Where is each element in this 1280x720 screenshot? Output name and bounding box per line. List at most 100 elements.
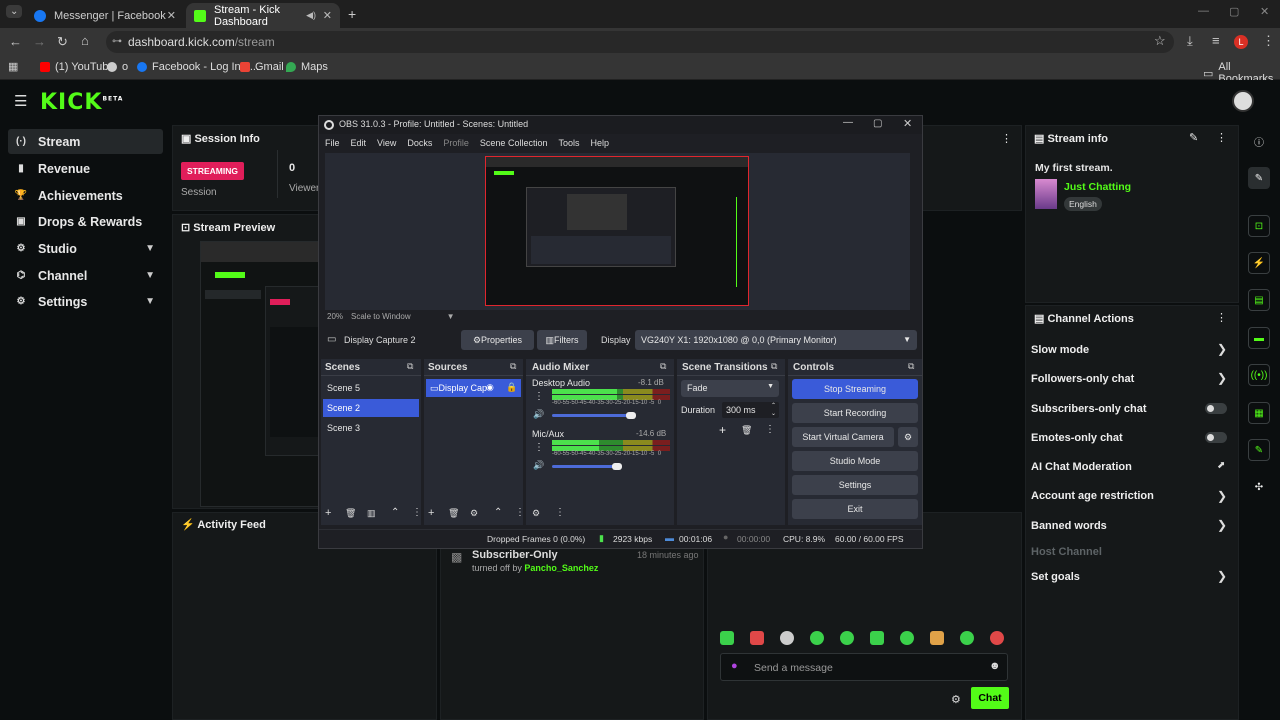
emote-icon[interactable] [930, 631, 944, 645]
volume-slider-knob[interactable] [612, 463, 622, 470]
action-account-age[interactable]: Account age restriction [1031, 490, 1154, 502]
more-options-icon[interactable]: ⋮ [1216, 131, 1227, 144]
chat-send-button[interactable]: Chat [971, 687, 1009, 709]
user-avatar[interactable] [1232, 90, 1254, 112]
close-tab-icon[interactable]: ✕ [167, 9, 176, 22]
mixer-menu-icon[interactable]: ⋮ [534, 391, 544, 402]
close-tab-icon[interactable]: ✕ [323, 9, 332, 22]
filters-button[interactable]: ▥ Filters [537, 330, 587, 350]
start-recording-button[interactable]: Start Recording [792, 403, 918, 423]
more-options-icon[interactable]: ⋮ [1001, 132, 1012, 145]
tab-kick-dashboard[interactable]: Stream - Kick Dashboard ◀) ✕ [186, 3, 340, 28]
chevron-right-icon[interactable]: ❯ [1217, 342, 1227, 356]
document-icon[interactable]: ▤ [1248, 289, 1270, 311]
sidebar-item-studio[interactable]: ⚙ Studio ▼ [8, 236, 163, 261]
menu-tools[interactable]: Tools [558, 138, 579, 148]
site-info-icon[interactable]: ⊶ [112, 31, 122, 53]
dropdown-arrow-icon[interactable]: ▼ [447, 312, 455, 321]
chevron-right-icon[interactable]: ❯ [1217, 518, 1227, 532]
emote-icon[interactable] [870, 631, 884, 645]
undock-icon[interactable]: ⧉ [771, 361, 777, 372]
new-tab-icon[interactable]: + [348, 6, 356, 22]
emote-icon[interactable] [720, 631, 734, 645]
activity-user[interactable]: Pancho_Sanchez [524, 563, 598, 573]
info-icon[interactable]: ⓘ [1248, 130, 1270, 152]
close-icon[interactable]: ✕ [903, 117, 912, 130]
tab-messenger[interactable]: Messenger | Facebook ✕ [26, 3, 184, 28]
stop-streaming-button[interactable]: Stop Streaming [792, 379, 918, 399]
restore-icon[interactable]: ▢ [1229, 5, 1239, 18]
apps-icon[interactable]: ▦ [8, 60, 18, 73]
kick-logo[interactable]: KICKBETA [40, 90, 123, 115]
edit-pencil-icon[interactable]: ✎ [1189, 131, 1198, 144]
menu-file[interactable]: File [325, 138, 340, 148]
more-icon[interactable]: ⋮ [412, 507, 422, 518]
menu-scene-collection[interactable]: Scene Collection [480, 138, 548, 148]
forward-icon[interactable]: → [33, 34, 46, 49]
more-icon[interactable]: ⋮ [515, 507, 525, 518]
media-control-icon[interactable]: ≡ [1212, 33, 1220, 48]
transition-properties-icon[interactable]: ⋮ [765, 424, 775, 435]
speaker-icon[interactable]: ◀) [306, 10, 316, 21]
scene-item-selected[interactable]: Scene 2 [323, 399, 419, 417]
menu-profile[interactable]: Profile [443, 138, 469, 148]
more-options-icon[interactable]: ⋮ [1216, 311, 1227, 324]
chat-input[interactable]: ● Send a message ☻ [720, 653, 1008, 681]
studio-mode-button[interactable]: Studio Mode [792, 451, 918, 471]
undock-icon[interactable]: ⧉ [510, 361, 516, 372]
emote-icon[interactable] [780, 631, 794, 645]
add-transition-icon[interactable]: + [719, 423, 726, 437]
action-set-goals[interactable]: Set goals [1031, 571, 1080, 583]
sidebar-item-settings[interactable]: ⚙ Settings ▼ [8, 289, 163, 314]
settings-button[interactable]: Settings [792, 475, 918, 495]
emoji-icon[interactable]: ☻ [989, 660, 1001, 672]
menu-edit[interactable]: Edit [351, 138, 367, 148]
menu-icon[interactable]: ⋮ [1262, 33, 1275, 49]
bookmark-maps[interactable]: Maps [286, 61, 328, 73]
properties-button[interactable]: ⚙ Properties [461, 330, 534, 350]
bookmark-o[interactable]: o [107, 61, 128, 73]
remove-source-icon[interactable]: 🗑 [448, 508, 459, 519]
emote-icon[interactable] [750, 631, 764, 645]
microphone-icon[interactable]: ● [731, 660, 738, 672]
bookmark-youtube[interactable]: (1) YouTube [40, 61, 115, 73]
sidebar-item-stream[interactable]: (·) Stream [8, 129, 163, 154]
volume-slider-track[interactable] [552, 465, 618, 468]
layers-icon[interactable]: ▦ [1248, 402, 1270, 424]
speaker-icon[interactable]: 🔊 [533, 460, 544, 471]
scene-item[interactable]: Scene 5 [323, 379, 419, 397]
chevron-right-icon[interactable]: ❯ [1217, 489, 1227, 503]
display-select[interactable]: VG240Y X1: 1920x1080 @ 0,0 (Primary Moni… [635, 330, 917, 350]
undock-icon[interactable]: ⧉ [660, 361, 666, 372]
lock-icon[interactable]: 🔒 [506, 382, 517, 393]
sidebar-item-channel[interactable]: ⌬ Channel ▼ [8, 263, 163, 288]
source-settings-icon[interactable]: ⚙ [470, 508, 478, 519]
bookmark-star-icon[interactable]: ☆ [1154, 33, 1166, 49]
bookmark-gmail[interactable]: Gmail [240, 61, 284, 73]
menu-help[interactable]: Help [590, 138, 609, 148]
close-window-icon[interactable]: ✕ [1260, 5, 1269, 18]
edit-icon[interactable]: ✎ [1248, 167, 1270, 189]
visibility-eye-icon[interactable]: ◉ [486, 382, 494, 393]
duration-input[interactable]: 300 ms ⌃ ⌄ [722, 402, 779, 418]
undock-icon[interactable]: ⧉ [908, 361, 914, 372]
minimize-icon[interactable]: — [843, 117, 853, 128]
reload-icon[interactable]: ↻ [57, 34, 68, 50]
move-up-icon[interactable]: ⌃ [494, 507, 502, 518]
transition-select[interactable]: Fade ▼ [681, 380, 779, 397]
emote-icon[interactable] [960, 631, 974, 645]
sidebar-item-revenue[interactable]: ▮ Revenue [8, 156, 163, 181]
puzzle-icon[interactable]: ✣ [1248, 476, 1270, 498]
obs-preview-source[interactable] [485, 156, 749, 306]
tab-search-icon[interactable]: ⌄ [6, 5, 23, 18]
spinner-arrows-icon[interactable]: ⌃ ⌄ [771, 402, 776, 418]
exit-button[interactable]: Exit [792, 499, 918, 519]
chevron-right-icon[interactable]: ❯ [1217, 371, 1227, 385]
emote-icon[interactable] [900, 631, 914, 645]
home-icon[interactable]: ⌂ [81, 33, 89, 48]
chat-bubble-icon[interactable]: ▬ [1248, 327, 1270, 349]
hamburger-menu-icon[interactable]: ☰ [14, 92, 27, 110]
minimize-icon[interactable]: — [1198, 5, 1209, 17]
menu-view[interactable]: View [377, 138, 396, 148]
menu-docks[interactable]: Docks [407, 138, 432, 148]
